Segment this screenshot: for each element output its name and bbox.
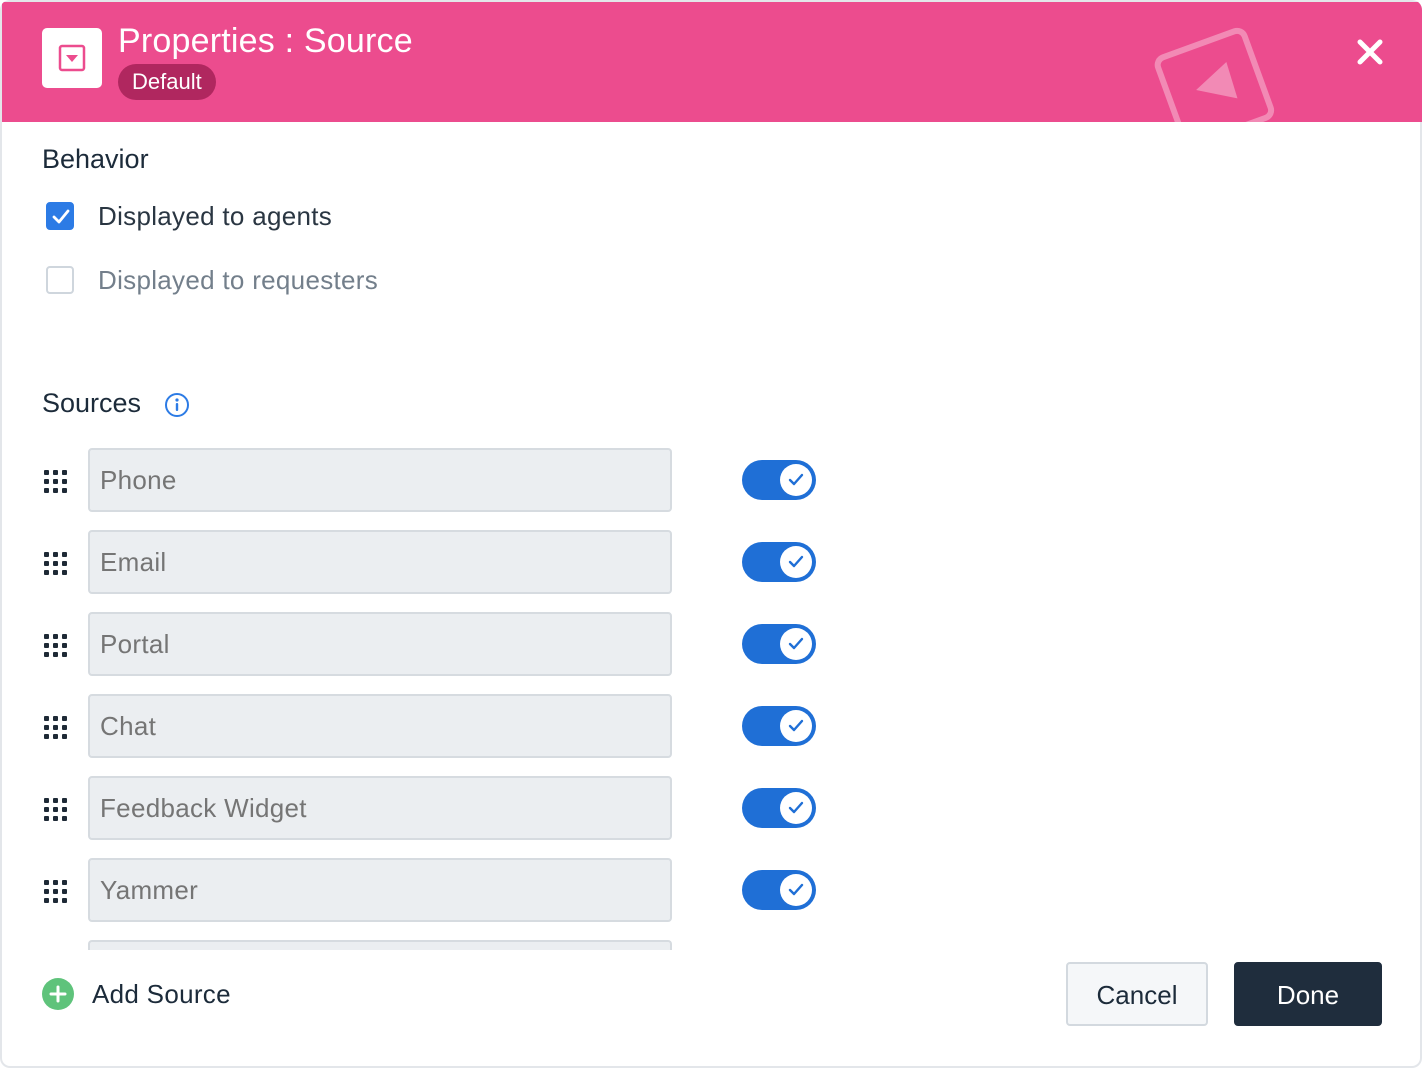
source-name-input[interactable] <box>88 694 672 758</box>
agents-label: Displayed to agents <box>98 200 333 231</box>
requesters-checkbox[interactable] <box>46 266 74 294</box>
source-enabled-toggle[interactable] <box>742 624 816 664</box>
source-name-input[interactable] <box>88 448 672 512</box>
close-icon <box>1357 39 1383 65</box>
sources-heading: Sources <box>42 388 142 418</box>
behavior-heading: Behavior <box>42 144 149 174</box>
check-icon <box>788 555 804 568</box>
requesters-label: Displayed to requesters <box>98 264 379 295</box>
add-source-label: Add Source <box>92 978 231 1009</box>
source-enabled-toggle[interactable] <box>742 460 816 500</box>
check-icon <box>788 719 804 732</box>
check-icon <box>788 801 804 814</box>
source-enabled-toggle[interactable] <box>742 706 816 746</box>
toggle-knob <box>780 874 812 906</box>
add-source-button[interactable]: Add Source <box>42 976 231 1012</box>
source-input-partial <box>88 940 672 950</box>
info-icon[interactable] <box>164 392 190 418</box>
toggle-knob <box>780 792 812 824</box>
source-row <box>40 776 820 840</box>
drag-handle-icon[interactable] <box>42 714 68 740</box>
drag-handle-icon[interactable] <box>42 632 68 658</box>
source-name-input[interactable] <box>88 612 672 676</box>
option-displayed-to-agents[interactable]: Displayed to agents <box>46 199 332 233</box>
drag-handle-icon[interactable] <box>42 796 68 822</box>
source-name-input[interactable] <box>88 858 672 922</box>
cancel-button[interactable]: Cancel <box>1066 962 1208 1026</box>
source-name-input[interactable] <box>88 776 672 840</box>
check-icon <box>788 883 804 896</box>
modal-title: Properties : Source <box>118 22 413 60</box>
default-badge: Default <box>118 64 216 100</box>
toggle-knob <box>780 628 812 660</box>
drag-handle-icon[interactable] <box>42 550 68 576</box>
close-button[interactable] <box>1350 32 1390 72</box>
source-name-input[interactable] <box>88 530 672 594</box>
source-enabled-toggle[interactable] <box>742 788 816 828</box>
plus-icon <box>42 978 74 1010</box>
check-icon <box>788 637 804 650</box>
checkmark-icon <box>52 209 70 224</box>
source-row <box>40 694 820 758</box>
source-row <box>40 612 820 676</box>
agents-checkbox[interactable] <box>46 202 74 230</box>
modal-header: Properties : Source Default <box>2 2 1422 122</box>
source-row <box>40 448 820 512</box>
check-icon <box>788 473 804 486</box>
source-enabled-toggle[interactable] <box>742 542 816 582</box>
drag-handle-icon[interactable] <box>42 468 68 494</box>
watermark-icon <box>1154 27 1275 122</box>
source-row <box>40 858 820 922</box>
drag-handle-icon[interactable] <box>42 878 68 904</box>
toggle-knob <box>780 710 812 742</box>
source-enabled-toggle[interactable] <box>742 870 816 910</box>
properties-modal: Properties : Source Default Behavior Dis… <box>0 0 1422 1068</box>
toggle-knob <box>780 464 812 496</box>
source-row <box>40 530 820 594</box>
toggle-knob <box>780 546 812 578</box>
done-button[interactable]: Done <box>1234 962 1382 1026</box>
dropdown-field-icon <box>42 28 102 88</box>
option-displayed-to-requesters[interactable]: Displayed to requesters <box>46 263 378 297</box>
